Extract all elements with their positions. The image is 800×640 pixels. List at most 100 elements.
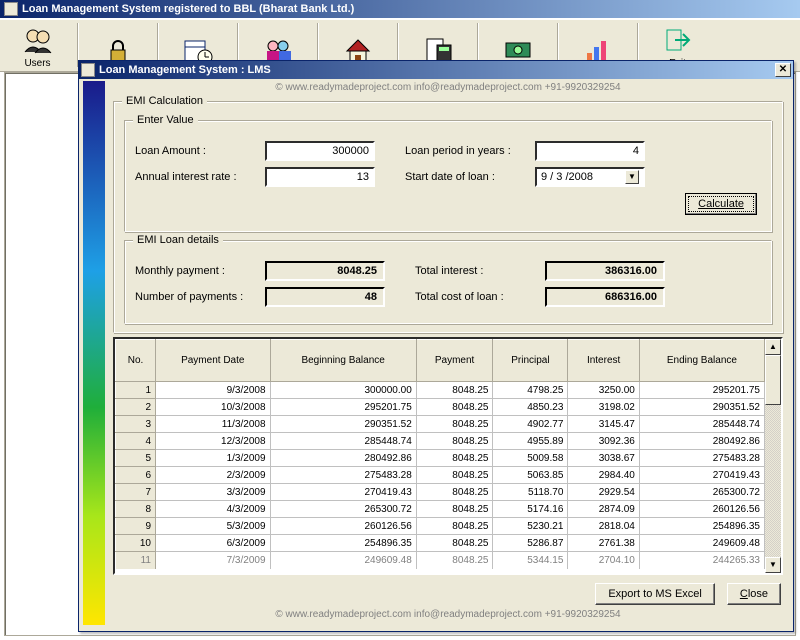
table-header[interactable]: No. (116, 340, 156, 382)
table-cell: 6/3/2009 (156, 535, 271, 552)
chevron-down-icon[interactable]: ▼ (625, 170, 639, 184)
table-cell: 275483.28 (639, 450, 764, 467)
app-icon (4, 2, 18, 16)
table-row[interactable]: 311/3/2008290351.528048.254902.773145.47… (116, 416, 765, 433)
enter-value-group: Enter Value Loan Amount : Loan period in… (124, 120, 772, 232)
table-cell: 12/3/2008 (156, 433, 271, 450)
table-cell: 249609.48 (639, 535, 764, 552)
table-cell: 2704.10 (568, 552, 639, 569)
table-header[interactable]: Beginning Balance (270, 340, 416, 382)
table-row[interactable]: 95/3/2009260126.568048.255230.212818.042… (116, 518, 765, 535)
table-cell: 8048.25 (416, 467, 493, 484)
emi-dialog: Loan Management System : LMS ✕ © www.rea… (78, 60, 794, 632)
table-header[interactable]: Principal (493, 340, 568, 382)
table-cell: 4/3/2009 (156, 501, 271, 518)
main-window-titlebar: Loan Management System registered to BBL… (0, 0, 800, 18)
monthly-payment-value: 8048.25 (265, 261, 385, 281)
table-cell: 5009.58 (493, 450, 568, 467)
close-icon[interactable]: ✕ (775, 63, 791, 77)
table-cell: 8048.25 (416, 535, 493, 552)
loan-details-group: EMI Loan details Monthly payment : 8048.… (124, 240, 772, 324)
table-cell: 8048.25 (416, 518, 493, 535)
group-title: Enter Value (133, 114, 198, 126)
table-row[interactable]: 84/3/2009265300.728048.255174.162874.092… (116, 501, 765, 518)
annual-rate-input[interactable] (265, 167, 375, 187)
table-cell: 3 (116, 416, 156, 433)
vertical-scrollbar[interactable]: ▲ ▼ (765, 339, 781, 573)
table-cell: 265300.72 (639, 484, 764, 501)
table-cell: 3/3/2009 (156, 484, 271, 501)
toolbar-users[interactable]: Users (0, 24, 75, 71)
table-cell: 8048.25 (416, 433, 493, 450)
table-cell: 290351.52 (639, 399, 764, 416)
loan-amount-input[interactable] (265, 141, 375, 161)
total-cost-value: 686316.00 (545, 287, 665, 307)
table-cell: 2929.54 (568, 484, 639, 501)
table-row[interactable]: 117/3/2009249609.488048.255344.152704.10… (116, 552, 765, 569)
table-cell: 8048.25 (416, 484, 493, 501)
header-watermark: © www.readymadeproject.com info@readymad… (109, 82, 787, 93)
table-row[interactable]: 62/3/2009275483.288048.255063.852984.402… (116, 467, 765, 484)
table-cell: 5174.16 (493, 501, 568, 518)
table-header[interactable]: Interest (568, 340, 639, 382)
num-payments-label: Number of payments : (135, 291, 265, 303)
table-cell: 290351.52 (270, 416, 416, 433)
close-button[interactable]: Close (727, 583, 781, 605)
monthly-payment-label: Monthly payment : (135, 265, 265, 277)
loan-period-input[interactable] (535, 141, 645, 161)
scroll-thumb[interactable] (765, 355, 781, 405)
table-row[interactable]: 106/3/2009254896.358048.255286.872761.38… (116, 535, 765, 552)
amortization-table-wrap: No.Payment DateBeginning BalancePaymentP… (113, 337, 783, 575)
table-cell: 2761.38 (568, 535, 639, 552)
amortization-table[interactable]: No.Payment DateBeginning BalancePaymentP… (115, 339, 765, 569)
table-cell: 9/3/2008 (156, 382, 271, 399)
table-header[interactable]: Ending Balance (639, 340, 764, 382)
scroll-down-icon[interactable]: ▼ (765, 557, 781, 573)
group-title: EMI Calculation (122, 95, 207, 107)
table-row[interactable]: 73/3/2009270419.438048.255118.702929.542… (116, 484, 765, 501)
start-date-label: Start date of loan : (405, 171, 535, 183)
table-cell: 8048.25 (416, 501, 493, 518)
total-cost-label: Total cost of loan : (415, 291, 545, 303)
table-cell: 7/3/2009 (156, 552, 271, 569)
table-cell: 5344.15 (493, 552, 568, 569)
table-cell: 10/3/2008 (156, 399, 271, 416)
table-cell: 2874.09 (568, 501, 639, 518)
table-cell: 3038.67 (568, 450, 639, 467)
scroll-up-icon[interactable]: ▲ (765, 339, 781, 355)
dialog-icon (81, 63, 95, 77)
start-date-value: 9 / 3 /2008 (541, 171, 593, 183)
table-cell: 270419.43 (270, 484, 416, 501)
loan-period-label: Loan period in years : (405, 145, 535, 157)
start-date-picker[interactable]: 9 / 3 /2008 ▼ (535, 167, 645, 187)
emi-calculation-group: EMI Calculation Enter Value Loan Amount … (113, 101, 783, 333)
table-header[interactable]: Payment (416, 340, 493, 382)
table-cell: 5230.21 (493, 518, 568, 535)
table-header[interactable]: Payment Date (156, 340, 271, 382)
annual-rate-label: Annual interest rate : (135, 171, 265, 183)
table-cell: 4798.25 (493, 382, 568, 399)
table-cell: 7 (116, 484, 156, 501)
calculate-button[interactable]: Calculate (685, 193, 757, 215)
table-cell: 8048.25 (416, 552, 493, 569)
table-row[interactable]: 210/3/2008295201.758048.254850.233198.02… (116, 399, 765, 416)
table-cell: 8048.25 (416, 399, 493, 416)
table-cell: 4955.89 (493, 433, 568, 450)
dialog-title: Loan Management System : LMS (99, 64, 271, 76)
table-row[interactable]: 19/3/2008300000.008048.254798.253250.002… (116, 382, 765, 399)
table-cell: 285448.74 (270, 433, 416, 450)
table-cell: 260126.56 (639, 501, 764, 518)
export-button[interactable]: Export to MS Excel (595, 583, 715, 605)
table-row[interactable]: 412/3/2008285448.748048.254955.893092.36… (116, 433, 765, 450)
table-row[interactable]: 51/3/2009280492.868048.255009.583038.672… (116, 450, 765, 467)
table-cell: 260126.56 (270, 518, 416, 535)
table-cell: 300000.00 (270, 382, 416, 399)
table-cell: 254896.35 (270, 535, 416, 552)
table-cell: 270419.43 (639, 467, 764, 484)
table-cell: 280492.86 (270, 450, 416, 467)
main-window-title: Loan Management System registered to BBL… (22, 3, 354, 15)
table-cell: 10 (116, 535, 156, 552)
table-cell: 285448.74 (639, 416, 764, 433)
table-cell: 4 (116, 433, 156, 450)
table-cell: 5118.70 (493, 484, 568, 501)
